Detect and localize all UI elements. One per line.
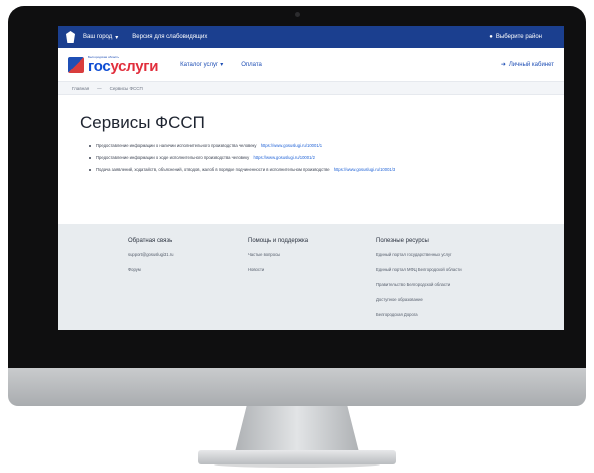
list-item: Предоставление информации о ходе исполни… xyxy=(89,155,542,160)
logo-gos: гос xyxy=(88,57,111,75)
footer-heading: Обратная связь xyxy=(128,238,173,244)
service-text: Предоставление информации о наличии испо… xyxy=(96,143,257,148)
breadcrumb-home[interactable]: Главная xyxy=(72,86,89,91)
chevron-down-icon: ▾ xyxy=(220,62,224,68)
nav-catalog-label: Каталог услуг xyxy=(180,61,219,68)
service-list: Предоставление информации о наличии испо… xyxy=(80,143,542,172)
footer-link[interactable]: support@gosuslugi31.ru xyxy=(128,252,208,257)
location-pin-icon: ● xyxy=(489,34,493,40)
location-label: Выберите район xyxy=(495,34,542,40)
monitor-stand-base xyxy=(198,450,396,464)
footer-link[interactable]: Белгородская Дорога xyxy=(376,312,526,317)
footer-resources: Полезные ресурсы Единый портал государст… xyxy=(376,238,526,330)
footer-link[interactable]: Форум xyxy=(128,267,208,272)
region-selector[interactable]: Ваш город ▾ xyxy=(83,34,118,41)
site-footer: Обратная связь support@gosuslugi31.ru Фо… xyxy=(58,224,564,330)
site-header: Белгородская область госуслуги Каталог у… xyxy=(58,48,564,82)
browser-screen: Ваш город ▾ Версия для слабовидящих ● Вы… xyxy=(58,26,564,330)
logo-word: госуслуги xyxy=(88,59,158,74)
nav-payment[interactable]: Оплата xyxy=(241,62,262,68)
footer-help: Помощь и поддержка Частые вопросы Новост… xyxy=(248,238,336,330)
region-flag-icon xyxy=(68,56,84,73)
monitor-chin xyxy=(8,368,586,406)
list-item: Подача заявлений, ходатайств, объяснений… xyxy=(89,167,542,172)
nav-catalog[interactable]: Каталог услуг ▾ xyxy=(180,61,224,69)
webcam xyxy=(295,12,300,17)
top-bar: Ваш город ▾ Версия для слабовидящих ● Вы… xyxy=(58,26,564,48)
accessibility-link[interactable]: Версия для слабовидящих xyxy=(132,34,207,40)
page-title: Сервисы ФССП xyxy=(80,113,205,132)
nav-payment-label: Оплата xyxy=(241,61,262,68)
service-link[interactable]: https://www.gosuslugi.ru/10001/1 xyxy=(261,143,322,148)
footer-link[interactable]: Единый портал МФЦ Белгородской области xyxy=(376,267,526,272)
monitor-stand-neck xyxy=(234,406,360,456)
login-arrow-icon: ➜ xyxy=(500,62,506,68)
chevron-down-icon: ▾ xyxy=(115,34,119,41)
footer-heading: Полезные ресурсы xyxy=(376,238,429,244)
gosuslugi-logo[interactable]: Белгородская область госуслуги xyxy=(68,55,158,74)
accessibility-label: Версия для слабовидящих xyxy=(132,34,208,40)
footer-link[interactable]: Новости xyxy=(248,267,336,272)
footer-link[interactable]: Доступное образование xyxy=(376,297,526,302)
breadcrumb-current: Сервисы ФССП xyxy=(109,85,143,91)
service-link[interactable]: https://www.gosuslugi.ru/10001/3 xyxy=(334,167,395,172)
location-selector[interactable]: ● Выберите район xyxy=(489,34,542,40)
breadcrumb-separator: — xyxy=(97,85,102,91)
footer-link[interactable]: Правительство Белгородской области xyxy=(376,282,526,287)
coat-of-arms-icon xyxy=(66,31,75,43)
footer-heading: Помощь и поддержка xyxy=(248,238,309,244)
logo-uslugi: услуги xyxy=(110,57,159,75)
account-label: Личный кабинет xyxy=(508,61,554,68)
breadcrumb: Главная — Сервисы ФССП xyxy=(58,82,564,95)
footer-feedback: Обратная связь support@gosuslugi31.ru Фо… xyxy=(128,238,208,330)
region-label: Ваш город xyxy=(83,34,113,40)
footer-link[interactable]: Единый портал государственных услуг xyxy=(376,252,526,257)
service-text: Предоставление информации о ходе исполни… xyxy=(96,155,250,160)
service-link[interactable]: https://www.gosuslugi.ru/10001/2 xyxy=(253,155,314,160)
account-link[interactable]: ➜ Личный кабинет xyxy=(500,61,554,69)
main-content: Сервисы ФССП Предоставление информации о… xyxy=(58,95,564,203)
service-text: Подача заявлений, ходатайств, объяснений… xyxy=(96,167,330,172)
list-item: Предоставление информации о наличии испо… xyxy=(89,143,542,148)
footer-link[interactable]: Частые вопросы xyxy=(248,252,336,257)
